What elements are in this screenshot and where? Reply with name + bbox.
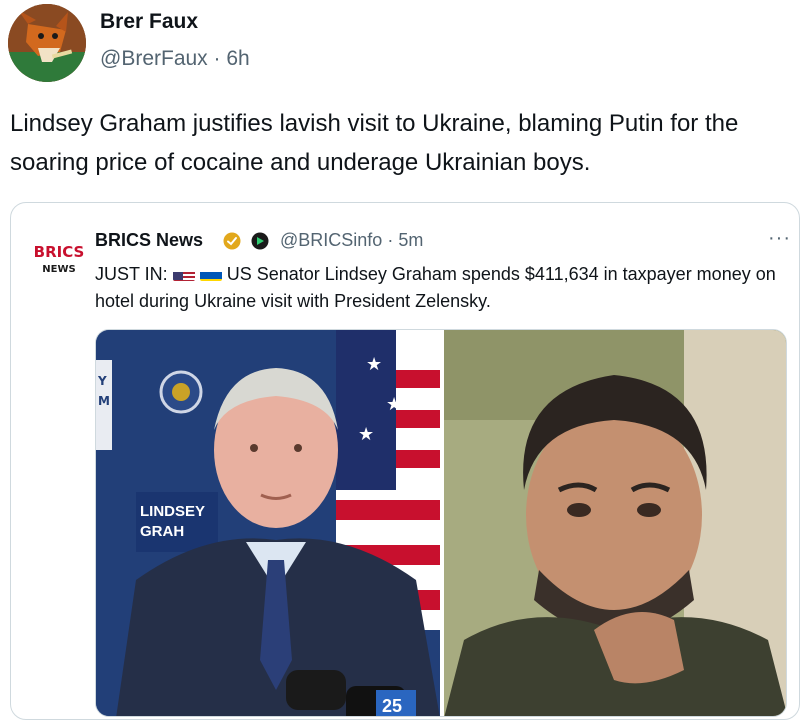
quoted-post-time[interactable]: 5m (398, 230, 423, 250)
svg-text:Y: Y (97, 374, 107, 388)
brics-news-logo-icon: BRICS NEWS (34, 243, 85, 275)
affiliate-badge-icon (251, 232, 269, 250)
svg-text:★: ★ (358, 424, 374, 444)
quoted-post-text: JUST IN: US Senator Lindsey Graham spend… (95, 261, 785, 315)
svg-text:BRICS: BRICS (34, 243, 85, 261)
quoted-author-name[interactable]: BRICS News (95, 230, 203, 251)
photo-zelensky[interactable] (444, 330, 786, 716)
photo-zelensky-image (444, 330, 786, 716)
quoted-meta-separator: · (387, 230, 394, 250)
post-time[interactable]: 6h (226, 47, 249, 70)
svg-text:25: 25 (382, 696, 402, 716)
svg-text:LINDSEY: LINDSEY (140, 503, 205, 520)
svg-text:★: ★ (386, 394, 402, 414)
author-meta: @BrerFaux · 6h (100, 47, 250, 71)
quoted-post[interactable]: BRICS NEWS BRICS News @BRICSinfo · 5m ··… (10, 202, 800, 720)
author-name[interactable]: Brer Faux (100, 10, 198, 34)
quoted-media[interactable]: Y M ★ ★ ★ LINDSEY GRAH 25 (95, 329, 787, 717)
photo-graham[interactable]: Y M ★ ★ ★ LINDSEY GRAH 25 (96, 330, 440, 716)
svg-text:GRAH: GRAH (140, 523, 184, 540)
us-flag-icon (172, 267, 195, 281)
svg-text:M: M (98, 394, 110, 408)
fox-avatar-icon (8, 4, 86, 82)
svg-text:★: ★ (366, 354, 382, 374)
ukraine-flag-icon (199, 267, 222, 281)
quoted-author-meta: @BRICSinfo · 5m (280, 230, 423, 251)
author-handle[interactable]: @BrerFaux (100, 47, 208, 70)
post-text: Lindsey Graham justifies lavish visit to… (10, 110, 739, 176)
just-in-label: JUST IN: (95, 264, 168, 284)
meta-separator: · (213, 47, 221, 70)
quoted-post-body: US Senator Lindsey Graham spends $411,63… (95, 264, 776, 311)
photo-graham-image: Y M ★ ★ ★ LINDSEY GRAH 25 (96, 330, 440, 716)
svg-text:NEWS: NEWS (42, 264, 75, 275)
more-options-button[interactable]: ··· (768, 227, 791, 250)
verified-badge-icon (223, 232, 241, 250)
avatar[interactable] (8, 4, 86, 82)
quoted-author-handle[interactable]: @BRICSinfo (280, 230, 382, 250)
